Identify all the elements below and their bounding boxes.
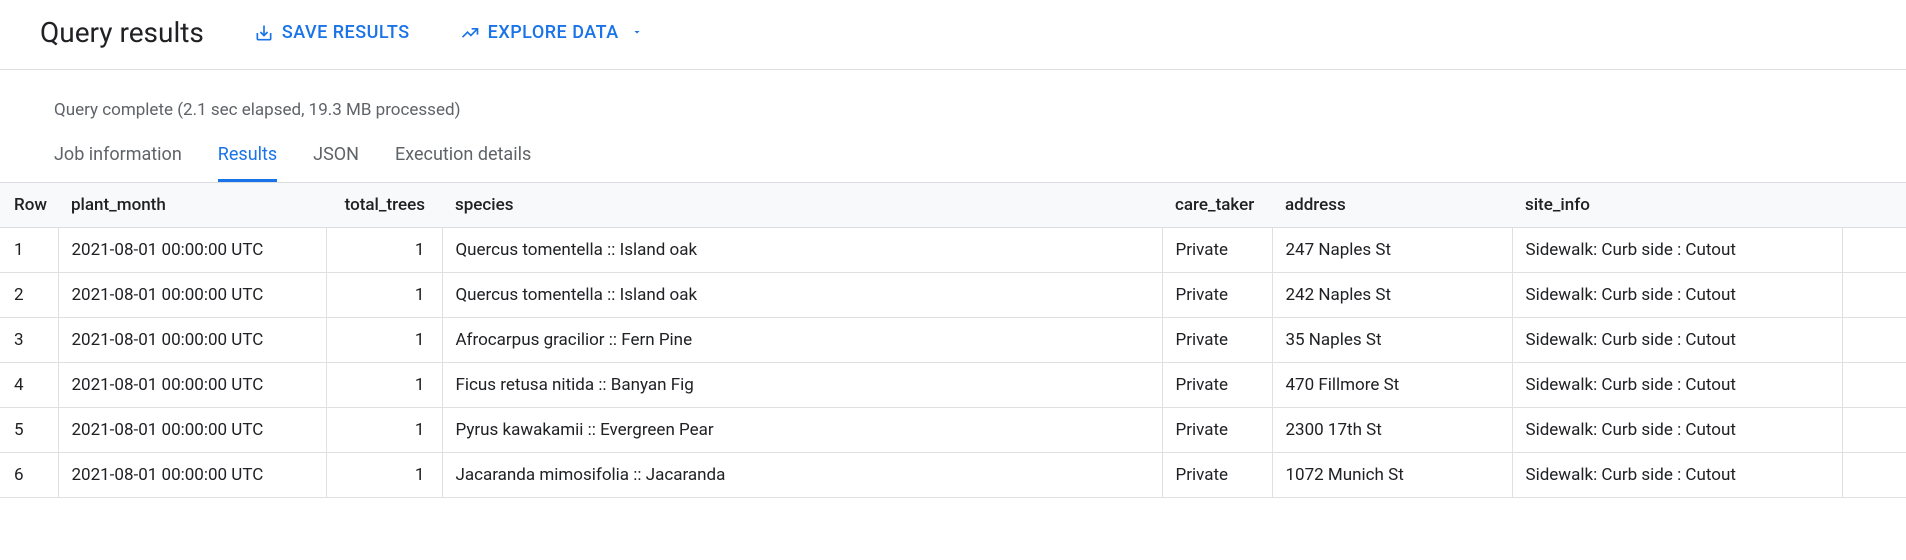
cell-species: Afrocarpus gracilior :: Fern Pine <box>443 318 1163 363</box>
caret-down-icon <box>631 22 643 43</box>
cell-total-trees: 1 <box>327 453 443 498</box>
cell-trailing <box>1843 228 1906 273</box>
cell-address: 35 Naples St <box>1273 318 1513 363</box>
explore-data-button[interactable]: EXPLORE DATA <box>460 22 643 43</box>
cell-care-taker: Private <box>1163 228 1273 273</box>
tabs-bar: Job information Results JSON Execution d… <box>0 138 1906 182</box>
column-total-trees: total_trees <box>327 183 443 228</box>
cell-trailing <box>1843 363 1906 408</box>
cell-plant-month: 2021-08-01 00:00:00 UTC <box>59 273 327 318</box>
cell-care-taker: Private <box>1163 408 1273 453</box>
cell-address: 2300 17th St <box>1273 408 1513 453</box>
cell-care-taker: Private <box>1163 453 1273 498</box>
table-header-row: Row plant_month total_trees species care… <box>0 183 1906 228</box>
cell-care-taker: Private <box>1163 318 1273 363</box>
cell-care-taker: Private <box>1163 273 1273 318</box>
cell-address: 470 Fillmore St <box>1273 363 1513 408</box>
cell-row-number: 3 <box>0 318 59 363</box>
save-results-label: SAVE RESULTS <box>282 22 410 43</box>
save-results-button[interactable]: SAVE RESULTS <box>254 22 410 43</box>
cell-site-info: Sidewalk: Curb side : Cutout <box>1513 318 1843 363</box>
cell-plant-month: 2021-08-01 00:00:00 UTC <box>59 318 327 363</box>
cell-address: 247 Naples St <box>1273 228 1513 273</box>
tab-job-information[interactable]: Job information <box>54 138 182 182</box>
table-row: 22021-08-01 00:00:00 UTC1Quercus tomente… <box>0 273 1906 318</box>
cell-total-trees: 1 <box>327 228 443 273</box>
cell-row-number: 5 <box>0 408 59 453</box>
tab-results[interactable]: Results <box>218 138 277 182</box>
cell-trailing <box>1843 273 1906 318</box>
column-row: Row <box>0 183 59 228</box>
cell-plant-month: 2021-08-01 00:00:00 UTC <box>59 363 327 408</box>
cell-row-number: 4 <box>0 363 59 408</box>
table-row: 52021-08-01 00:00:00 UTC1Pyrus kawakamii… <box>0 408 1906 453</box>
cell-total-trees: 1 <box>327 408 443 453</box>
cell-site-info: Sidewalk: Curb side : Cutout <box>1513 273 1843 318</box>
cell-site-info: Sidewalk: Curb side : Cutout <box>1513 363 1843 408</box>
results-table: Row plant_month total_trees species care… <box>0 182 1906 498</box>
cell-trailing <box>1843 453 1906 498</box>
table-body: 12021-08-01 00:00:00 UTC1Quercus tomente… <box>0 228 1906 498</box>
cell-species: Pyrus kawakamii :: Evergreen Pear <box>443 408 1163 453</box>
cell-total-trees: 1 <box>327 318 443 363</box>
tab-execution-details[interactable]: Execution details <box>395 138 531 182</box>
column-site-info: site_info <box>1513 183 1843 228</box>
cell-address: 1072 Munich St <box>1273 453 1513 498</box>
cell-site-info: Sidewalk: Curb side : Cutout <box>1513 408 1843 453</box>
cell-plant-month: 2021-08-01 00:00:00 UTC <box>59 408 327 453</box>
explore-data-label: EXPLORE DATA <box>488 22 619 43</box>
cell-species: Jacaranda mimosifolia :: Jacaranda <box>443 453 1163 498</box>
cell-site-info: Sidewalk: Curb side : Cutout <box>1513 453 1843 498</box>
cell-trailing <box>1843 318 1906 363</box>
status-area: Query complete (2.1 sec elapsed, 19.3 MB… <box>0 70 1906 138</box>
cell-species: Quercus tomentella :: Island oak <box>443 228 1163 273</box>
table-row: 12021-08-01 00:00:00 UTC1Quercus tomente… <box>0 228 1906 273</box>
cell-total-trees: 1 <box>327 363 443 408</box>
column-plant-month: plant_month <box>59 183 327 228</box>
cell-row-number: 6 <box>0 453 59 498</box>
column-care-taker: care_taker <box>1163 183 1273 228</box>
table-row: 42021-08-01 00:00:00 UTC1Ficus retusa ni… <box>0 363 1906 408</box>
cell-trailing <box>1843 408 1906 453</box>
table-row: 32021-08-01 00:00:00 UTC1Afrocarpus grac… <box>0 318 1906 363</box>
cell-row-number: 1 <box>0 228 59 273</box>
header-bar: Query results SAVE RESULTS EXPLORE DATA <box>0 0 1906 69</box>
cell-species: Ficus retusa nitida :: Banyan Fig <box>443 363 1163 408</box>
cell-species: Quercus tomentella :: Island oak <box>443 273 1163 318</box>
column-trailing <box>1843 183 1906 228</box>
page-title: Query results <box>40 16 204 49</box>
cell-plant-month: 2021-08-01 00:00:00 UTC <box>59 228 327 273</box>
cell-plant-month: 2021-08-01 00:00:00 UTC <box>59 453 327 498</box>
download-icon <box>254 23 274 43</box>
cell-total-trees: 1 <box>327 273 443 318</box>
cell-address: 242 Naples St <box>1273 273 1513 318</box>
status-text: Query complete (2.1 sec elapsed, 19.3 MB… <box>54 100 1866 120</box>
column-address: address <box>1273 183 1513 228</box>
table-row: 62021-08-01 00:00:00 UTC1Jacaranda mimos… <box>0 453 1906 498</box>
chart-icon <box>460 23 480 43</box>
tab-json[interactable]: JSON <box>313 138 359 182</box>
column-species: species <box>443 183 1163 228</box>
cell-site-info: Sidewalk: Curb side : Cutout <box>1513 228 1843 273</box>
cell-care-taker: Private <box>1163 363 1273 408</box>
cell-row-number: 2 <box>0 273 59 318</box>
